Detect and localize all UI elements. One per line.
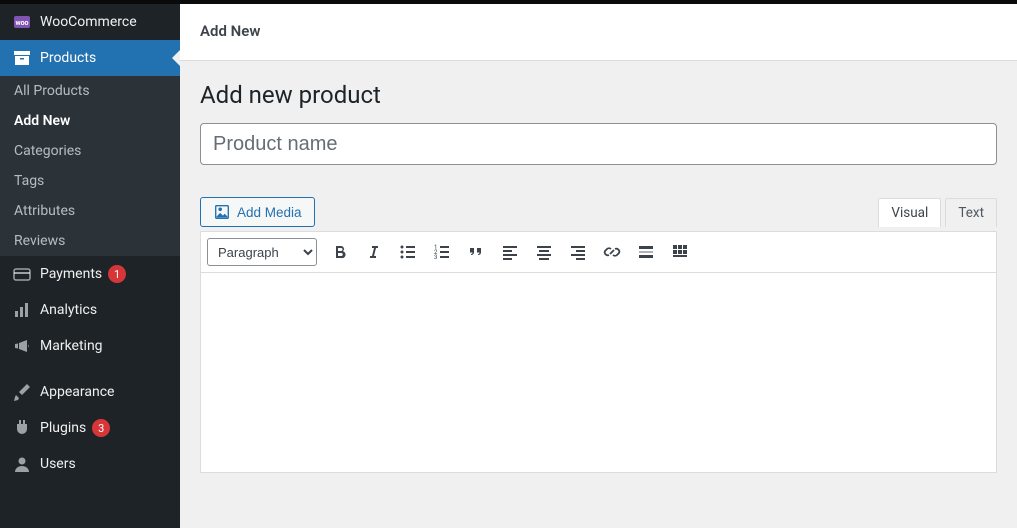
products-submenu: All Products Add New Categories Tags Att… bbox=[0, 76, 180, 256]
page-title: Add new product bbox=[200, 81, 997, 109]
sidebar-label: Payments bbox=[40, 266, 102, 282]
sidebar-item-appearance[interactable]: Appearance bbox=[0, 374, 180, 410]
sidebar-label: Marketing bbox=[40, 338, 103, 354]
sidebar-label: Appearance bbox=[40, 384, 114, 400]
update-badge: 3 bbox=[92, 419, 110, 437]
editor-body[interactable] bbox=[200, 273, 997, 473]
bullet-list-button[interactable] bbox=[393, 237, 423, 267]
bold-button[interactable] bbox=[325, 237, 355, 267]
megaphone-icon bbox=[12, 336, 32, 356]
sidebar-item-payments[interactable]: Payments 1 bbox=[0, 256, 180, 292]
editor-toolbar: Paragraph 123 bbox=[200, 231, 997, 273]
svg-text:3: 3 bbox=[434, 254, 437, 261]
subitem-categories[interactable]: Categories bbox=[0, 136, 180, 166]
credit-card-icon bbox=[12, 264, 32, 284]
add-media-button[interactable]: Add Media bbox=[200, 197, 315, 227]
sidebar-label: Products bbox=[40, 50, 96, 66]
subitem-reviews[interactable]: Reviews bbox=[0, 226, 180, 256]
subitem-add-new[interactable]: Add New bbox=[0, 106, 180, 136]
sidebar-item-marketing[interactable]: Marketing bbox=[0, 328, 180, 364]
format-select[interactable]: Paragraph bbox=[207, 238, 317, 266]
editor: Add Media Visual Text Paragraph 123 bbox=[200, 197, 997, 473]
blockquote-button[interactable] bbox=[461, 237, 491, 267]
sidebar-item-users[interactable]: Users bbox=[0, 446, 180, 482]
sidebar-label: Users bbox=[40, 456, 76, 472]
menu-separator bbox=[0, 364, 180, 374]
plugin-icon bbox=[12, 418, 32, 438]
subitem-tags[interactable]: Tags bbox=[0, 166, 180, 196]
sidebar-label: Plugins bbox=[40, 420, 86, 436]
main-content: Add New Add new product Add Media Visual… bbox=[180, 0, 1017, 528]
brush-icon bbox=[12, 382, 32, 402]
media-icon bbox=[213, 203, 231, 221]
admin-sidebar: woo WooCommerce Products All Products Ad… bbox=[0, 0, 180, 528]
admin-topbar bbox=[0, 0, 1017, 4]
add-media-label: Add Media bbox=[237, 205, 302, 220]
update-badge: 1 bbox=[108, 265, 126, 283]
woocommerce-icon: woo bbox=[12, 12, 32, 32]
subitem-attributes[interactable]: Attributes bbox=[0, 196, 180, 226]
editor-tabs: Visual Text bbox=[878, 198, 997, 227]
tab-visual[interactable]: Visual bbox=[878, 198, 941, 227]
tab-text[interactable]: Text bbox=[945, 198, 997, 227]
sidebar-item-plugins[interactable]: Plugins 3 bbox=[0, 410, 180, 446]
sidebar-item-woocommerce[interactable]: woo WooCommerce bbox=[0, 4, 180, 40]
align-right-button[interactable] bbox=[563, 237, 593, 267]
svg-text:woo: woo bbox=[15, 19, 28, 27]
sidebar-item-products[interactable]: Products bbox=[0, 40, 180, 76]
page-header: Add New bbox=[180, 4, 1017, 61]
numbered-list-button[interactable]: 123 bbox=[427, 237, 457, 267]
read-more-button[interactable] bbox=[631, 237, 661, 267]
italic-button[interactable] bbox=[359, 237, 389, 267]
page-header-title: Add New bbox=[200, 22, 260, 40]
sidebar-label: WooCommerce bbox=[40, 14, 137, 30]
archive-icon bbox=[12, 48, 32, 68]
link-button[interactable] bbox=[597, 237, 627, 267]
user-icon bbox=[12, 454, 32, 474]
align-center-button[interactable] bbox=[529, 237, 559, 267]
sidebar-item-analytics[interactable]: Analytics bbox=[0, 292, 180, 328]
subitem-all-products[interactable]: All Products bbox=[0, 76, 180, 106]
toolbar-toggle-button[interactable] bbox=[665, 237, 695, 267]
chart-bar-icon bbox=[12, 300, 32, 320]
sidebar-label: Analytics bbox=[40, 302, 97, 318]
product-name-input[interactable] bbox=[200, 123, 997, 165]
align-left-button[interactable] bbox=[495, 237, 525, 267]
